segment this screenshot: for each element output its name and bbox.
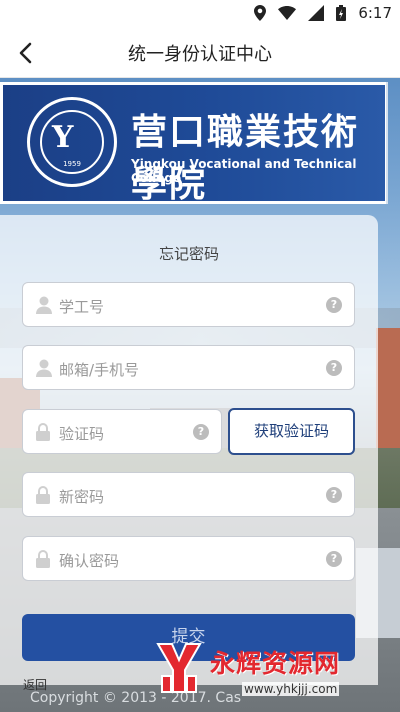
help-icon[interactable]: ? [326,551,342,567]
get-verification-code-button[interactable]: 获取验证码 [228,408,355,455]
help-icon[interactable]: ? [326,360,342,376]
help-icon[interactable]: ? [326,487,342,503]
school-name-chinese: 营口職業技術學院 [131,111,360,205]
lock-icon [36,550,52,568]
watermark-name: 永辉资源网 [210,649,341,678]
student-id-field[interactable]: 学工号 ? [22,282,355,327]
school-logo-mark: Y [52,120,74,155]
school-logo-year: 1959 [63,160,81,168]
school-name-english: Yingkou Vocational and Technical College [131,157,357,185]
location-icon [254,5,267,21]
user-icon [36,359,52,377]
page-title: 统一身份认证中心 [128,44,272,65]
signal-icon [308,5,325,21]
email-phone-placeholder: 邮箱/手机号 [59,361,140,379]
verification-code-field[interactable]: 验证码 ? [22,409,222,454]
status-time: 6:17 [358,4,392,22]
school-logo: Y 1959 [27,97,117,187]
nav-bar: 统一身份认证中心 [0,28,400,78]
status-icons: 6:17 [254,4,392,22]
school-banner: Y 1959 营口職業技術學院 Yingkou Vocational and T… [0,82,388,205]
help-icon[interactable]: ? [193,424,209,440]
new-password-placeholder: 新密码 [59,488,105,506]
school-logo-inner: Y 1959 [40,110,104,174]
student-id-placeholder: 学工号 [59,298,105,316]
watermark-url: www.yhkjjj.com [242,682,340,696]
verification-code-placeholder: 验证码 [59,425,105,443]
form-title: 忘记密码 [158,245,219,263]
battery-icon [336,5,347,21]
user-icon [36,296,52,314]
lock-icon [36,486,52,504]
lock-icon [36,423,52,441]
confirm-password-field[interactable]: 确认密码 ? [22,536,355,581]
status-bar: 6:17 [0,0,400,28]
wifi-icon [278,6,297,20]
watermark: 永辉资源网 www.yhkjjj.com [154,640,394,700]
new-password-field[interactable]: 新密码 ? [22,472,355,517]
banner-panel: Y 1959 营口職業技術學院 Yingkou Vocational and T… [3,85,385,205]
email-phone-field[interactable]: 邮箱/手机号 ? [22,345,355,390]
confirm-password-placeholder: 确认密码 [59,552,120,570]
watermark-logo-icon [154,640,204,696]
help-icon[interactable]: ? [326,297,342,313]
